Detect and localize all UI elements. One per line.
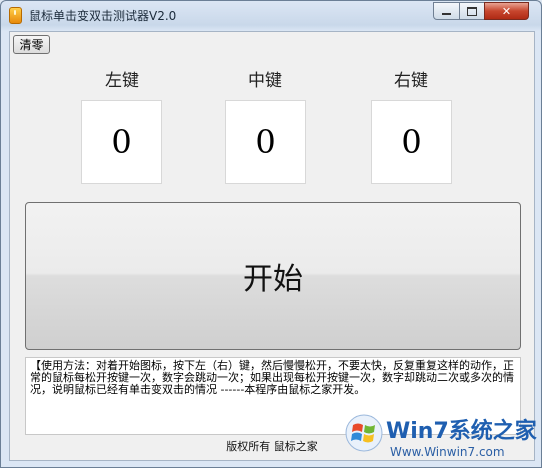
windows-logo-icon xyxy=(345,414,383,452)
watermark-title: Win7系统之家 xyxy=(386,419,537,444)
right-key-count: 0 xyxy=(371,100,452,184)
reset-button[interactable]: 清零 xyxy=(13,35,50,54)
minimize-icon xyxy=(442,13,451,15)
close-icon: ✕ xyxy=(501,4,512,18)
start-button[interactable]: 开始 xyxy=(25,202,521,350)
watermark: Win7系统之家 Www.Winwin7.com xyxy=(336,405,541,467)
middle-key-count: 0 xyxy=(225,100,306,184)
watermark-url: Www.Winwin7.com xyxy=(390,445,505,459)
client-area: 清零 左键 中键 右键 0 0 0 开始 【使用方法：对着开始图标，按下左（右）… xyxy=(9,31,535,461)
close-button[interactable]: ✕ xyxy=(484,2,529,20)
left-key-count: 0 xyxy=(81,100,162,184)
maximize-icon xyxy=(467,6,477,16)
maximize-button[interactable] xyxy=(459,2,485,20)
app-window: 鼠标单击变双击测试器V2.0 ✕ 清零 左键 中键 右键 0 0 0 开始 【使… xyxy=(0,0,542,468)
mouse-app-icon xyxy=(9,7,22,24)
window-title: 鼠标单击变双击测试器V2.0 xyxy=(29,9,177,23)
middle-key-label: 中键 xyxy=(248,71,282,91)
title-bar[interactable]: 鼠标单击变双击测试器V2.0 ✕ xyxy=(1,1,541,29)
right-key-label: 右键 xyxy=(394,71,428,91)
left-key-label: 左键 xyxy=(105,71,139,91)
minimize-button[interactable] xyxy=(433,2,460,20)
